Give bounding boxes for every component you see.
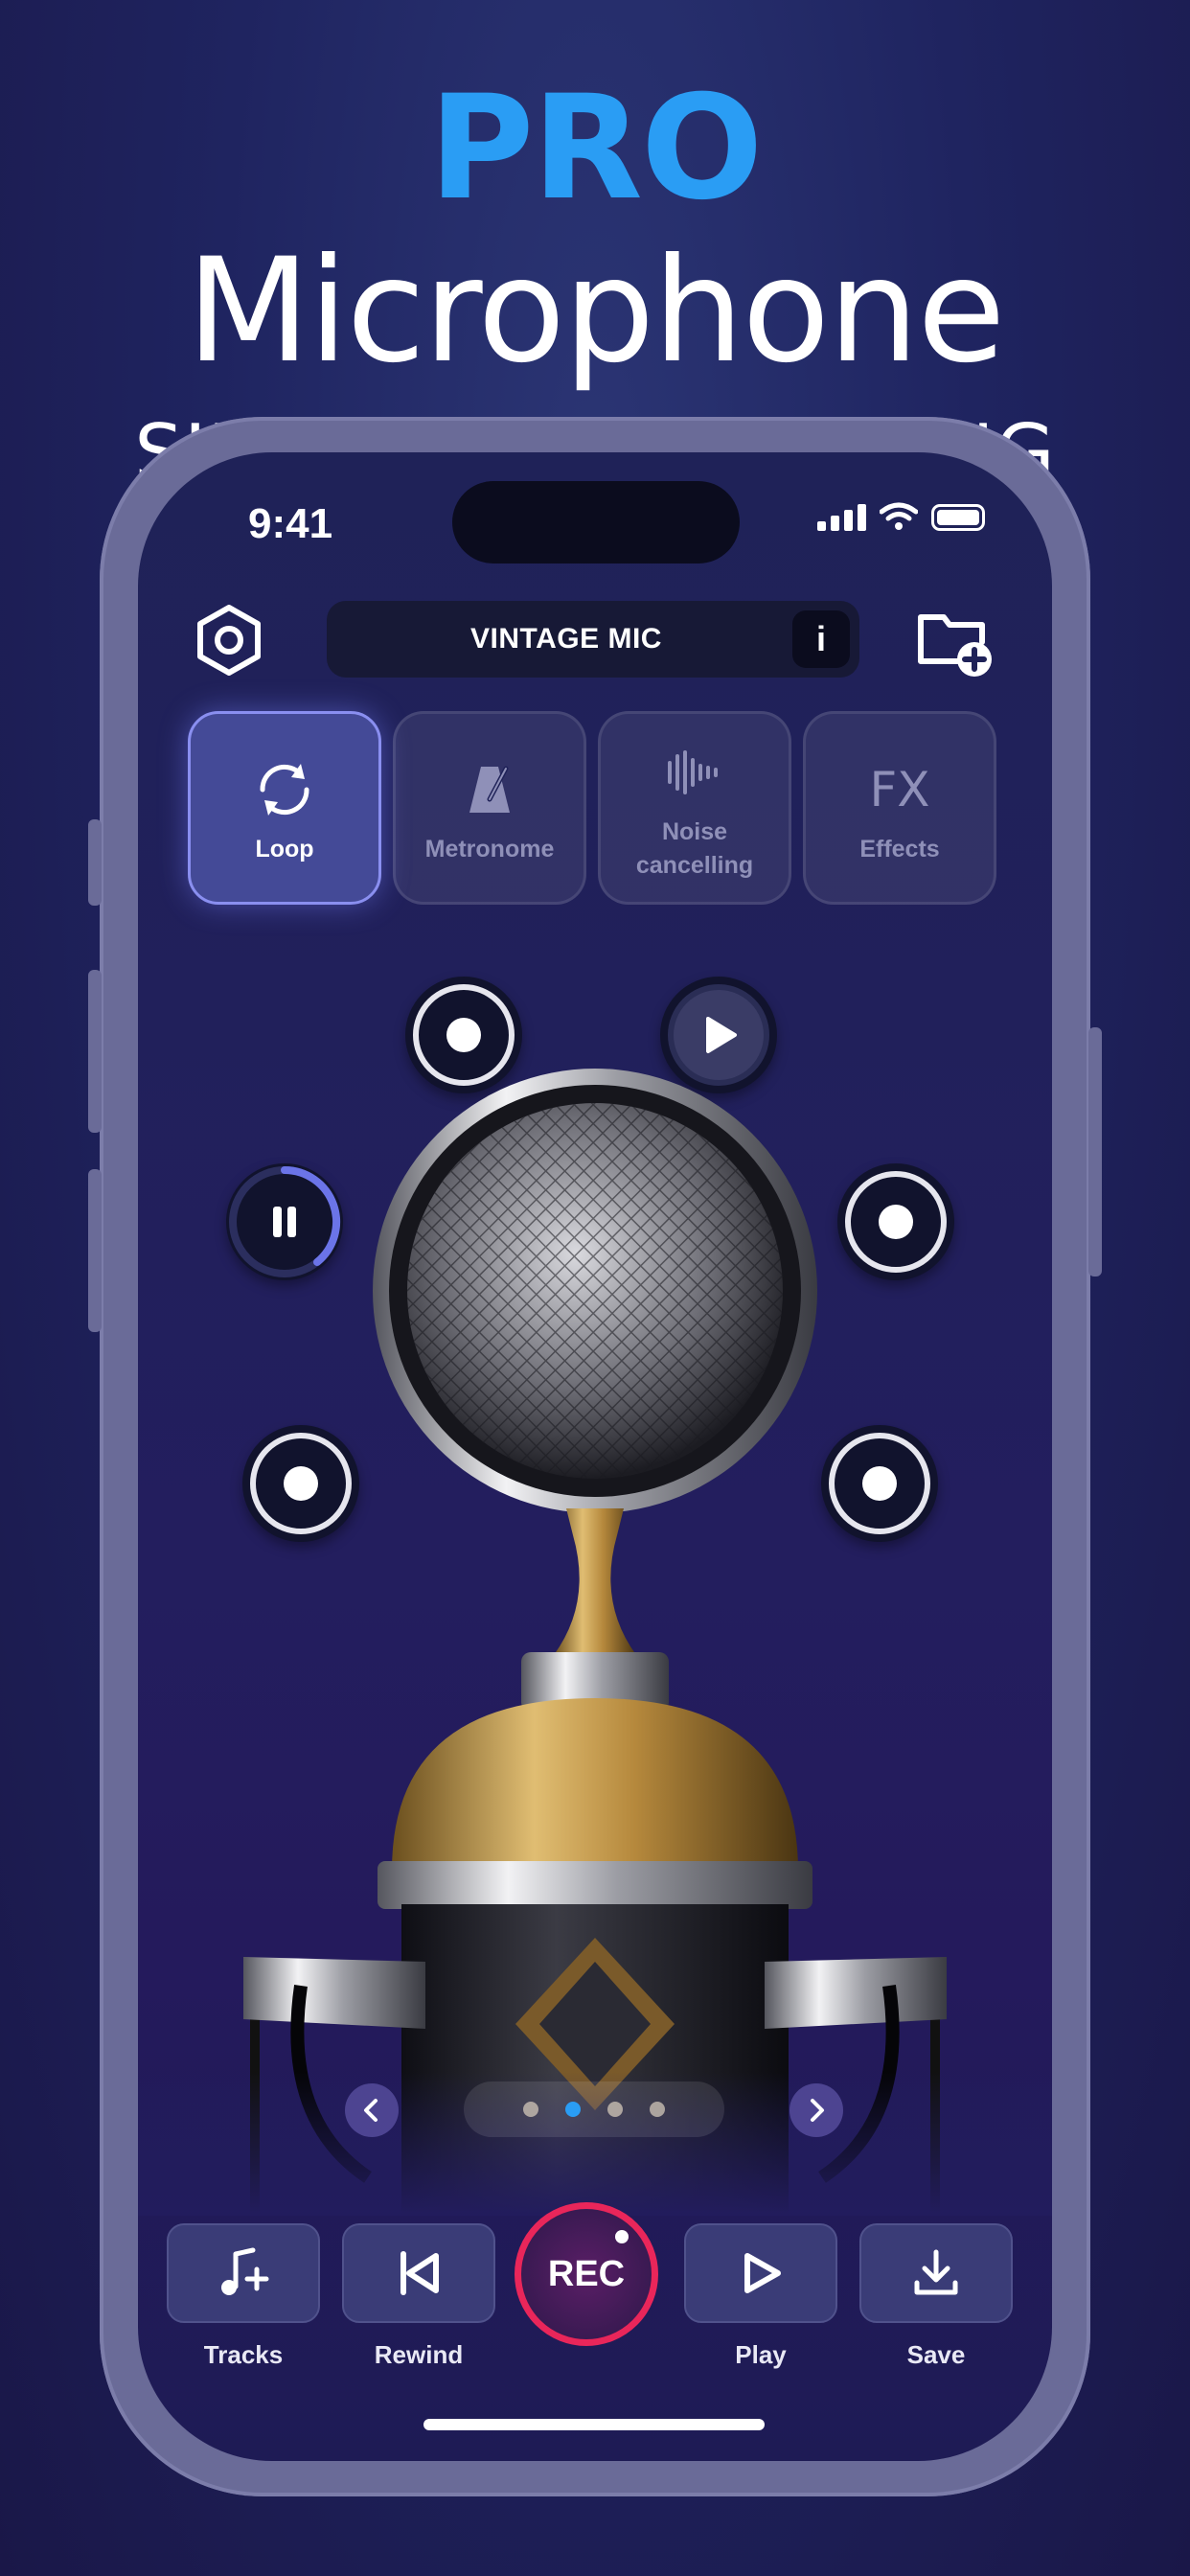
chevron-right-icon: [811, 2099, 824, 2122]
page-dot-active: [565, 2102, 581, 2117]
fx-icon: FX: [869, 761, 930, 817]
page-dot: [607, 2102, 623, 2117]
status-icons: [817, 502, 985, 531]
rewind-icon: [400, 2251, 439, 2295]
promo-title-main: Microphone: [186, 228, 1005, 395]
waveform-icon: [668, 750, 718, 794]
dynamic-island: [452, 481, 740, 564]
rewind-label: Rewind: [374, 2340, 464, 2369]
phone-volume-down: [88, 1169, 102, 1332]
preset-name: VINTAGE MIC: [470, 623, 662, 655]
play-label: Play: [735, 2340, 787, 2369]
mode-metronome[interactable]: Metronome: [393, 711, 586, 905]
tracks-button[interactable]: [167, 2223, 320, 2323]
mode-effects-label: Effects: [859, 835, 940, 862]
play-icon: [706, 1017, 737, 1053]
phone-side-button: [88, 819, 102, 906]
vintage-microphone-image: [138, 1069, 1052, 2216]
home-indicator[interactable]: [423, 2419, 765, 2430]
battery-icon: [931, 504, 985, 531]
tracks-label: Tracks: [203, 2340, 284, 2369]
add-music-icon: [221, 2247, 269, 2295]
add-folder-button[interactable]: [912, 597, 998, 683]
play-button[interactable]: [684, 2223, 837, 2323]
record-indicator: [615, 2230, 629, 2243]
page-indicator: [464, 2082, 724, 2137]
folder-add-icon: [918, 614, 992, 677]
wifi-icon: [880, 502, 918, 530]
app-screen: 9:41 VINTAGE MIC i Loop Metronome Noise …: [138, 452, 1052, 2461]
loop-icon: [260, 763, 309, 816]
settings-button[interactable]: [186, 597, 272, 683]
record-label: REC: [547, 2253, 626, 2294]
save-button[interactable]: [859, 2223, 1013, 2323]
previous-mic-button[interactable]: [345, 2083, 399, 2137]
info-button[interactable]: i: [792, 610, 850, 668]
preset-selector[interactable]: VINTAGE MIC i: [327, 601, 859, 678]
rewind-button[interactable]: [342, 2223, 495, 2323]
top-bar: VINTAGE MIC i: [138, 591, 1052, 678]
signal-icon: [817, 502, 866, 531]
mode-noise-cancelling[interactable]: Noise cancelling: [598, 711, 791, 905]
promo-title-pro: PRO: [428, 65, 764, 232]
mode-loop[interactable]: Loop: [188, 711, 381, 905]
phone-power-button: [1088, 1027, 1102, 1276]
chevron-left-icon: [364, 2099, 378, 2122]
mode-noise-label-line2: cancelling: [635, 852, 754, 879]
download-icon: [914, 2249, 958, 2295]
page-dot: [650, 2102, 665, 2117]
page-dot: [523, 2102, 538, 2117]
mode-loop-label: Loop: [255, 835, 314, 862]
mode-selector: Loop Metronome Noise cancelling FX Effec…: [188, 711, 1002, 905]
save-label: Save: [906, 2340, 966, 2369]
mode-metronome-label: Metronome: [424, 835, 555, 862]
metronome-icon: [469, 766, 510, 813]
play-icon: [744, 2253, 781, 2293]
mode-noise-label-line1: Noise: [661, 818, 728, 845]
next-mic-button[interactable]: [790, 2083, 843, 2137]
settings-icon: [197, 605, 261, 676]
status-time: 9:41: [248, 500, 333, 547]
record-button[interactable]: REC: [515, 2202, 658, 2346]
phone-volume-up: [88, 970, 102, 1133]
promo-title: PRO Microphone: [0, 67, 1190, 393]
mode-effects[interactable]: FX Effects: [803, 711, 996, 905]
